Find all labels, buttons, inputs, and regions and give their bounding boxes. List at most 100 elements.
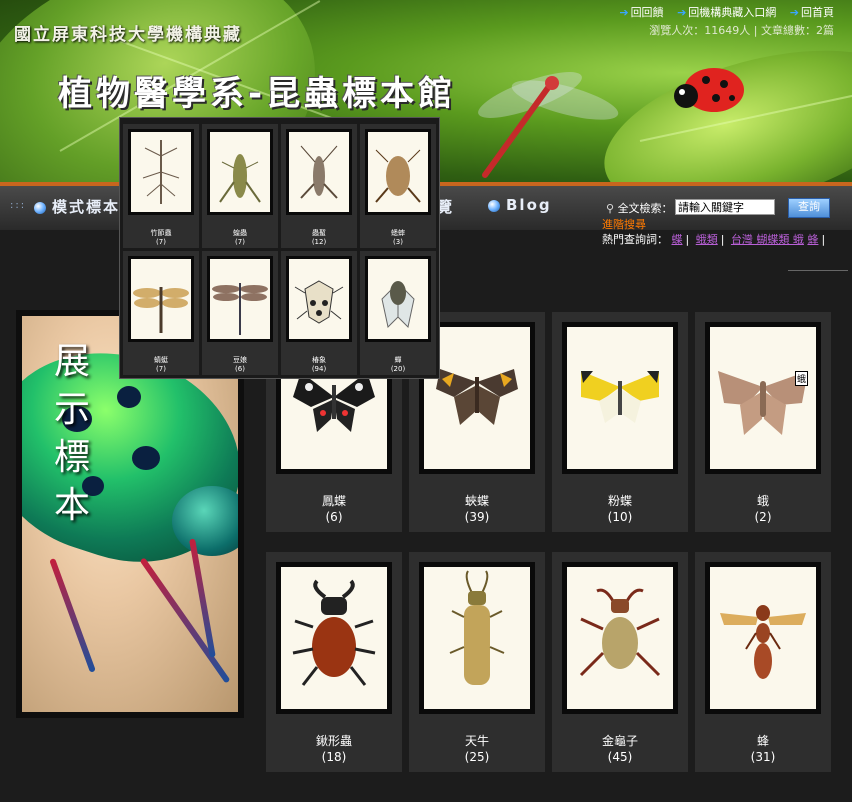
- site-stats: 瀏覽人次：11649人 | 文章總數：2篇: [649, 24, 834, 37]
- cricket-icon: [375, 149, 421, 203]
- bullet-icon: [488, 199, 500, 212]
- articles-label: 文章總數：: [761, 24, 816, 37]
- beetle-leg: [49, 557, 96, 673]
- stag-beetle-icon: [292, 579, 376, 686]
- specimen-count: (31): [750, 750, 776, 764]
- specimen-count: (39): [464, 510, 490, 524]
- specimen-frame: [276, 562, 392, 714]
- arrow-icon: ➔: [789, 6, 799, 19]
- specimen-name: 天牛: [464, 734, 489, 748]
- specimen-frame: [562, 322, 678, 474]
- popup-count: (7): [235, 238, 245, 246]
- ladybug-image: [674, 68, 744, 112]
- specimen-count: (18): [321, 750, 347, 764]
- popup-name: 蟋蟀: [391, 229, 405, 237]
- link-feedback[interactable]: ➔ 回回饋: [619, 6, 663, 19]
- popup-name: 蜻蜓: [154, 356, 168, 364]
- specimen-name: 蛺蝶: [464, 494, 489, 508]
- specimen-count: (45): [607, 750, 633, 764]
- link-home[interactable]: ➔ 回首頁: [790, 6, 834, 19]
- specimen-frame: [562, 562, 678, 714]
- hot-keyword[interactable]: 蛾類: [696, 233, 718, 246]
- specimen-card-scarab[interactable]: 金龜子 (45): [552, 552, 688, 772]
- specimen-count: (2): [754, 510, 772, 524]
- beetle-leg: [139, 557, 231, 684]
- popup-count: (6): [235, 365, 245, 373]
- popup-card-stink-bug[interactable]: 椿象 (94): [281, 251, 357, 375]
- popup-card-damselfly[interactable]: 豆娘 (6): [202, 251, 278, 375]
- type-specimens-dropdown: 竹節蟲 (7) 蝗蟲 (7) 蟲蟴 (12) 蟋蟀 (3) 蜻蜓 (7) 豆娘 …: [119, 117, 440, 379]
- visitors-count: 11649人: [704, 24, 751, 37]
- hot-keywords: 熱門查詢詞： 蝶 | 蛾類 | 台灣 蝴蝶類 蛾 蜂 |: [602, 233, 826, 246]
- beetle-spot: [132, 446, 160, 470]
- specimen-card-wasp[interactable]: 蜂 (31): [695, 552, 831, 772]
- specimen-frame: 蛾: [705, 322, 821, 474]
- specimen-frame: [419, 562, 535, 714]
- nav-dots: :::: [10, 200, 27, 211]
- specimen-frame: [705, 562, 821, 714]
- articles-count: 2篇: [816, 24, 834, 37]
- stink-bug-icon: [294, 280, 344, 324]
- popup-count: (3): [393, 238, 403, 246]
- hot-keyword[interactable]: 蜂: [807, 233, 818, 246]
- specimen-name: 蛾: [756, 494, 769, 508]
- dragonfly-icon: [133, 287, 189, 333]
- nav-item-type-specimens[interactable]: 模式標本: [34, 196, 120, 217]
- bullet-icon: [34, 201, 46, 214]
- moth-tag: 蛾: [794, 371, 808, 386]
- beetle-spot: [117, 386, 141, 408]
- search-icon: ⚲: [606, 202, 615, 215]
- popup-card-stick-insect[interactable]: 竹節蟲 (7): [123, 124, 199, 248]
- popup-count: (12): [311, 238, 327, 246]
- popup-card-dragonfly[interactable]: 蜻蜓 (7): [123, 251, 199, 375]
- link-portal[interactable]: ➔ 回機構典藏入口網: [677, 6, 776, 19]
- pierid-butterfly-icon: [581, 371, 659, 423]
- wasp-icon: [720, 605, 806, 679]
- nav-label: 模式標本: [52, 198, 121, 216]
- popup-count: (20): [390, 365, 406, 373]
- popup-card-mantis[interactable]: 蟲蟴 (12): [281, 124, 357, 248]
- moth-icon: [718, 371, 808, 435]
- specimen-count: (25): [464, 750, 490, 764]
- popup-card-cricket[interactable]: 蟋蟀 (3): [360, 124, 436, 248]
- advanced-search-link[interactable]: 進階搜尋: [602, 216, 646, 232]
- popup-name: 竹節蟲: [150, 229, 172, 237]
- site-name: 國立屏東科技大學機構典藏: [14, 25, 242, 45]
- specimen-card-longhorn-beetle[interactable]: 天牛 (25): [409, 552, 545, 772]
- scarab-beetle-icon: [579, 588, 661, 677]
- popup-name: 蝗蟲: [233, 229, 247, 237]
- popup-count: (94): [311, 365, 327, 373]
- popup-name: 椿象: [312, 356, 326, 364]
- arrow-icon: ➔: [619, 6, 629, 19]
- nav-item-blog[interactable]: Blog: [488, 196, 552, 214]
- search-label: ⚲ 全文檢索：: [606, 202, 673, 215]
- specimen-card-stag-beetle[interactable]: 鍬形蟲 (18): [266, 552, 402, 772]
- hot-label: 熱門查詢詞：: [602, 233, 668, 246]
- longhorn-beetle-icon: [449, 570, 505, 685]
- dragonfly-image: [478, 72, 619, 178]
- popup-card-grasshopper[interactable]: 蝗蟲 (7): [202, 124, 278, 248]
- visitors-label: 瀏覽人次：: [649, 24, 705, 37]
- search-input[interactable]: [675, 199, 775, 215]
- specimen-count: (10): [607, 510, 633, 524]
- specimen-card-pieridae[interactable]: 粉蝶 (10): [552, 312, 688, 532]
- hot-keyword[interactable]: 台灣 蝴蝶類 蛾: [731, 233, 804, 246]
- popup-name: 蟲蟴: [312, 229, 326, 237]
- popup-name: 豆娘: [233, 356, 247, 364]
- specimen-count: (6): [325, 510, 343, 524]
- grasshopper-icon: [219, 154, 261, 203]
- specimen-name: 粉蝶: [607, 494, 632, 508]
- cicada-icon: [381, 281, 415, 329]
- hot-keyword[interactable]: 蝶: [672, 233, 683, 246]
- nav-label: Blog: [506, 196, 552, 214]
- popup-name: 蟬: [394, 356, 402, 364]
- specimen-name: 金龜子: [601, 734, 638, 748]
- popup-card-cicada[interactable]: 蟬 (20): [360, 251, 436, 375]
- specimen-name: 鍬形蟲: [315, 734, 352, 748]
- arrow-icon: ➔: [677, 6, 687, 19]
- top-links: ➔ 回回饋 ➔ 回機構典藏入口網 ➔ 回首頁: [609, 4, 834, 20]
- specimen-name: 蜂: [756, 734, 769, 748]
- search-button[interactable]: 查詢: [788, 198, 830, 218]
- showcase-label: 展示標本: [53, 341, 90, 526]
- specimen-card-moth[interactable]: 蛾 蛾 (2): [695, 312, 831, 532]
